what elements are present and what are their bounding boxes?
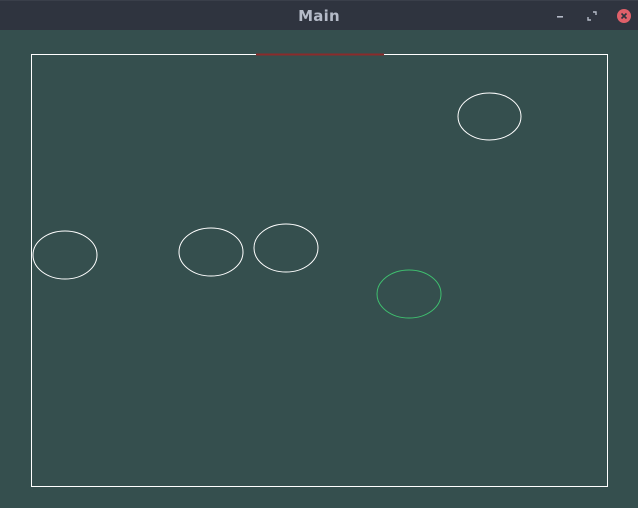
close-icon	[617, 9, 631, 23]
ball-4	[253, 223, 319, 273]
restore-icon	[587, 11, 597, 21]
ball-1	[457, 92, 522, 141]
ball-2	[32, 230, 98, 280]
game-canvas[interactable]	[0, 30, 638, 508]
balls-layer	[32, 92, 522, 319]
window-title: Main	[298, 7, 340, 25]
app-window: Main	[0, 0, 638, 508]
close-button[interactable]	[616, 8, 632, 24]
game-scene[interactable]	[0, 30, 638, 508]
title-bar[interactable]: Main	[0, 0, 638, 30]
ball-5	[376, 269, 442, 319]
ball-3	[178, 227, 244, 277]
restore-button[interactable]	[584, 8, 600, 24]
minimize-icon	[557, 16, 563, 18]
minimize-button[interactable]	[552, 8, 568, 24]
